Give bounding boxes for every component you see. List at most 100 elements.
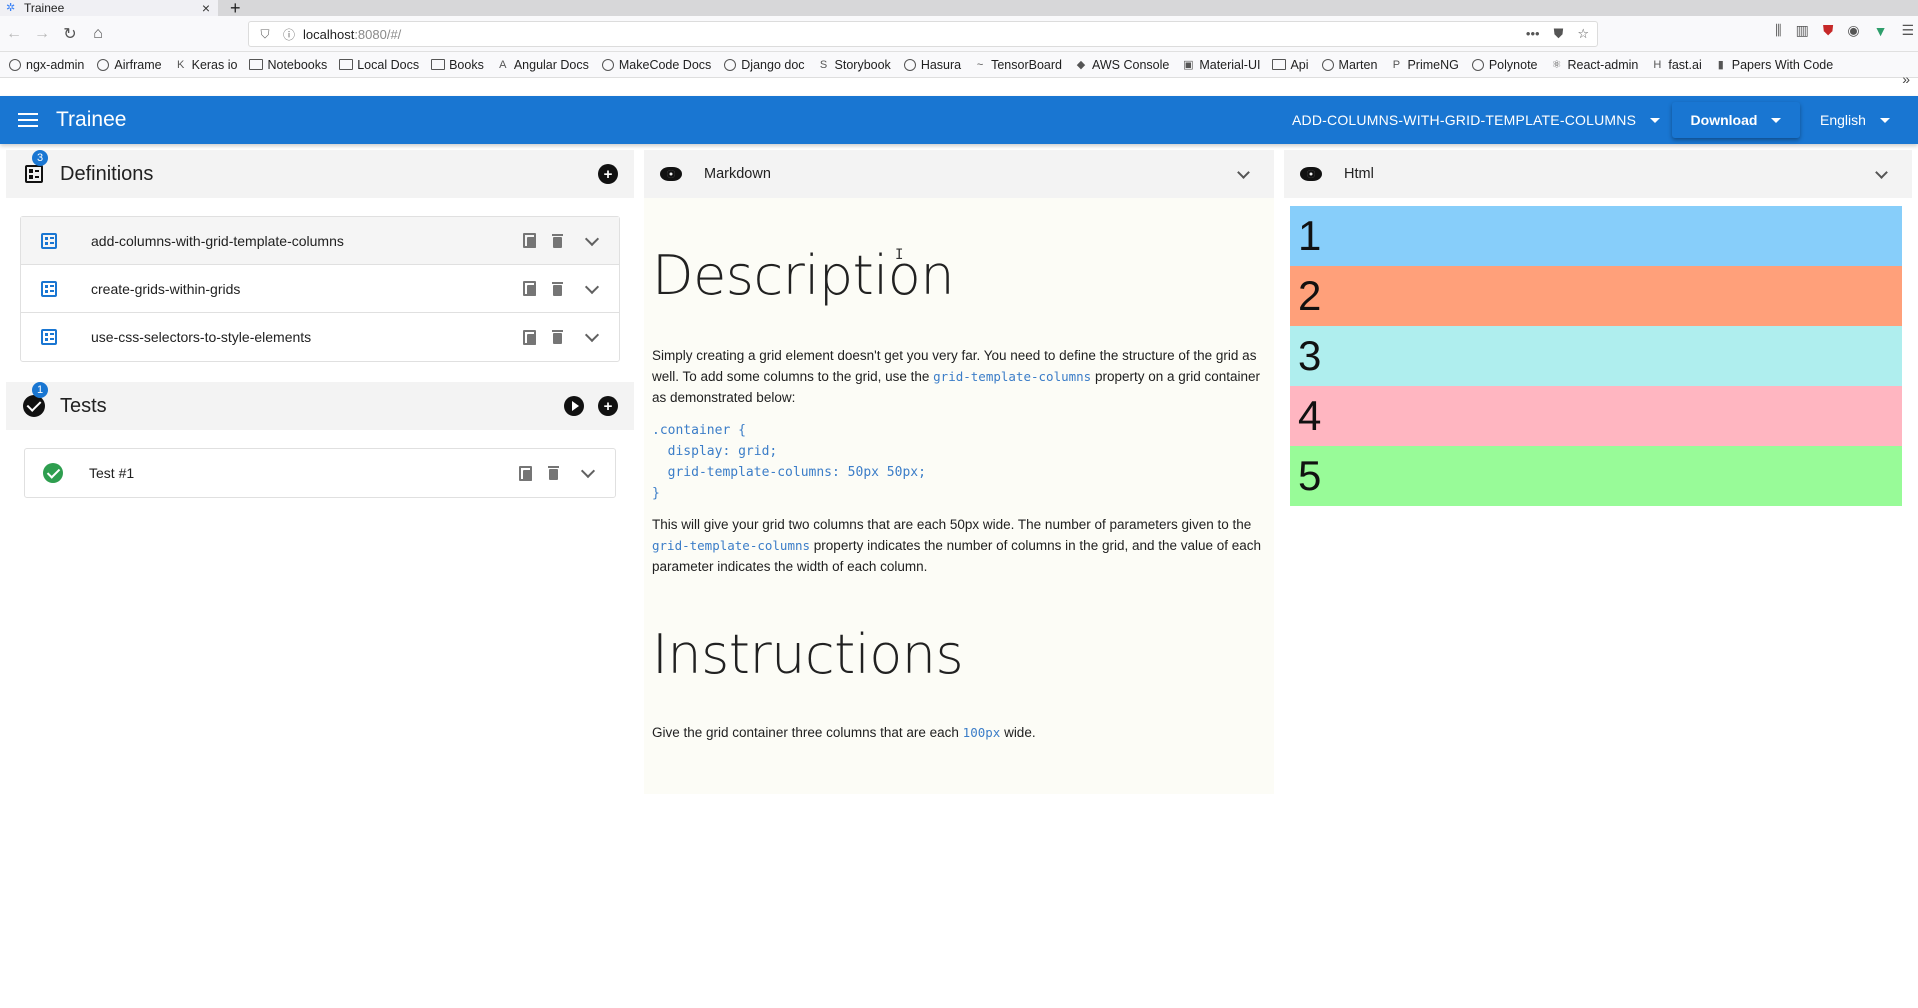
back-icon[interactable]: ← [0, 20, 28, 48]
add-test-button[interactable]: + [598, 396, 618, 416]
definition-select[interactable]: ADD-COLUMNS-WITH-GRID-TEMPLATE-COLUMNS [1292, 96, 1661, 144]
grid-cell: 5 [1290, 446, 1902, 506]
delete-icon[interactable] [552, 330, 563, 344]
react-icon: ⚛ [1551, 59, 1562, 71]
bookmark-item[interactable]: Books [431, 58, 484, 72]
bookmark-item[interactable]: ⚛ React-admin [1550, 58, 1639, 72]
eye-icon[interactable] [1300, 167, 1322, 181]
bookmark-item[interactable]: Hasura [903, 58, 961, 72]
html-panel-title: Html [1344, 166, 1374, 182]
definitions-count-badge: 3 [32, 150, 48, 166]
chevron-down-icon[interactable] [1237, 165, 1250, 179]
bookmark-item[interactable]: Airframe [96, 58, 161, 72]
bookmark-item[interactable]: K Keras io [174, 58, 238, 72]
download-label: Download [1690, 112, 1758, 128]
chevron-down-icon[interactable] [584, 231, 600, 246]
definition-row[interactable]: use-css-selectors-to-style-elements [21, 313, 619, 361]
chevron-down-icon[interactable] [584, 279, 600, 294]
bookmark-label: PrimeNG [1407, 57, 1459, 72]
pocket-icon[interactable]: ⛊ [1554, 26, 1564, 42]
run-tests-button[interactable] [564, 396, 584, 416]
add-definition-button[interactable]: + [598, 164, 618, 184]
bookmark-item[interactable]: Hfast.ai [1650, 58, 1701, 72]
delete-icon[interactable] [552, 281, 563, 296]
bookmark-item[interactable]: Marten [1321, 58, 1378, 72]
dropdown-caret-icon [1879, 117, 1890, 123]
bookmark-item[interactable]: ngx-admin [8, 58, 84, 72]
language-label: English [1820, 112, 1866, 128]
markdown-panel-header[interactable]: Markdown [644, 150, 1274, 198]
browser-tab[interactable]: ✲ Trainee × [0, 0, 218, 16]
ublock-icon[interactable]: ⛊ [1823, 22, 1834, 39]
definitions-list: add-columns-with-grid-template-columns cr… [20, 216, 620, 362]
tests-icon [23, 395, 45, 417]
pwc-icon: ▮ [1717, 59, 1724, 71]
bookmark-item[interactable]: P PrimeNG [1389, 57, 1459, 72]
bookmark-item[interactable]: ▮ Papers With Code [1714, 58, 1833, 72]
forward-icon[interactable]: → [28, 20, 56, 48]
definition-row[interactable]: create-grids-within-grids [21, 265, 619, 313]
bookmark-item[interactable]: ▣ Material-UI [1181, 58, 1260, 72]
bookmark-item[interactable]: Notebooks [249, 58, 327, 72]
bookmark-item[interactable]: Django doc [723, 58, 804, 72]
fastai-icon: H [1653, 58, 1662, 71]
instructions-heading: Instructions [652, 623, 964, 686]
bookmark-label: Local Docs [357, 57, 420, 72]
definition-icon [41, 280, 57, 297]
copy-icon[interactable] [523, 281, 536, 296]
definition-label: use-css-selectors-to-style-elements [91, 329, 312, 345]
app-menu-icon[interactable]: ☰ [1901, 22, 1914, 39]
inline-code: grid-template-columns [933, 369, 1092, 384]
url-bar[interactable]: ⛉ ⓘ localhost:8080/#/ ••• ⛊ ☆ [248, 21, 1598, 47]
html-preview: 12345 [1290, 206, 1902, 506]
html-panel-header[interactable]: Html [1284, 150, 1912, 198]
bookmark-label: TensorBoard [991, 57, 1062, 72]
copy-icon[interactable] [519, 465, 532, 481]
sidebar-icon[interactable]: ▥ [1796, 22, 1809, 39]
copy-icon[interactable] [523, 329, 536, 345]
bookmark-item[interactable]: ◆ AWS Console [1074, 58, 1170, 72]
definition-row[interactable]: add-columns-with-grid-template-columns [21, 217, 619, 265]
code-block: .container { display: grid; grid-templat… [652, 423, 926, 501]
library-icon[interactable]: ⫼ [1775, 22, 1781, 39]
bookmark-label: React-admin [1567, 57, 1639, 72]
bookmark-item[interactable]: Polynote [1471, 58, 1538, 72]
left-column: 3 Definitions + add-columns-with-grid-te… [6, 150, 634, 518]
chevron-down-icon[interactable] [1875, 165, 1888, 179]
test-row[interactable]: Test #1 [25, 449, 615, 497]
grid-cell: 4 [1290, 386, 1902, 446]
language-select[interactable]: English [1806, 96, 1890, 144]
bookmark-item[interactable]: Local Docs [339, 58, 419, 72]
chevron-down-icon[interactable] [584, 327, 600, 343]
markdown-panel: Markdown Description Simply creating a g… [644, 150, 1274, 794]
bookmark-star-icon[interactable]: ☆ [1577, 26, 1589, 42]
reload-icon[interactable]: ↻ [56, 20, 84, 48]
bookmark-label: Storybook [834, 57, 891, 72]
info-icon[interactable]: ⓘ [281, 26, 297, 43]
close-tab-icon[interactable]: × [198, 0, 214, 16]
bookmark-item[interactable]: ~ TensorBoard [973, 58, 1062, 72]
download-button[interactable]: Download [1672, 102, 1800, 138]
definition-icon [41, 232, 57, 249]
page-actions-icon[interactable]: ••• [1526, 26, 1540, 42]
home-icon[interactable]: ⌂ [84, 20, 112, 48]
navigation-toolbar: ← → ↻ ⌂ ⛉ ⓘ localhost:8080/#/ ••• ⛊ ☆ ⫼ … [0, 16, 1918, 52]
hamburger-menu-icon[interactable] [18, 113, 38, 127]
bookmark-item[interactable]: MakeCode Docs [601, 58, 711, 72]
delete-icon[interactable] [552, 233, 563, 248]
copy-icon[interactable] [523, 233, 536, 248]
vue-devtools-icon[interactable]: ▼ [1874, 23, 1888, 39]
url-host: localhost [303, 26, 355, 42]
bookmark-item[interactable]: Api [1272, 58, 1308, 72]
bookmark-item[interactable]: S Storybook [817, 58, 891, 72]
globe-icon [1321, 58, 1335, 72]
bookmarks-bar: ngx-admin Airframe K Keras io Notebooks Local… [0, 52, 1918, 78]
tracking-shield-icon[interactable]: ⛉ [257, 27, 273, 42]
bookmark-item[interactable]: A Angular Docs [496, 58, 589, 72]
account-icon[interactable]: ◉ [1847, 22, 1859, 39]
chevron-down-icon[interactable] [580, 463, 596, 479]
delete-icon[interactable] [548, 466, 559, 480]
bookmarks-overflow-icon[interactable]: » [1902, 71, 1910, 87]
url-path: :8080/#/ [354, 26, 402, 42]
eye-icon[interactable] [660, 167, 682, 181]
